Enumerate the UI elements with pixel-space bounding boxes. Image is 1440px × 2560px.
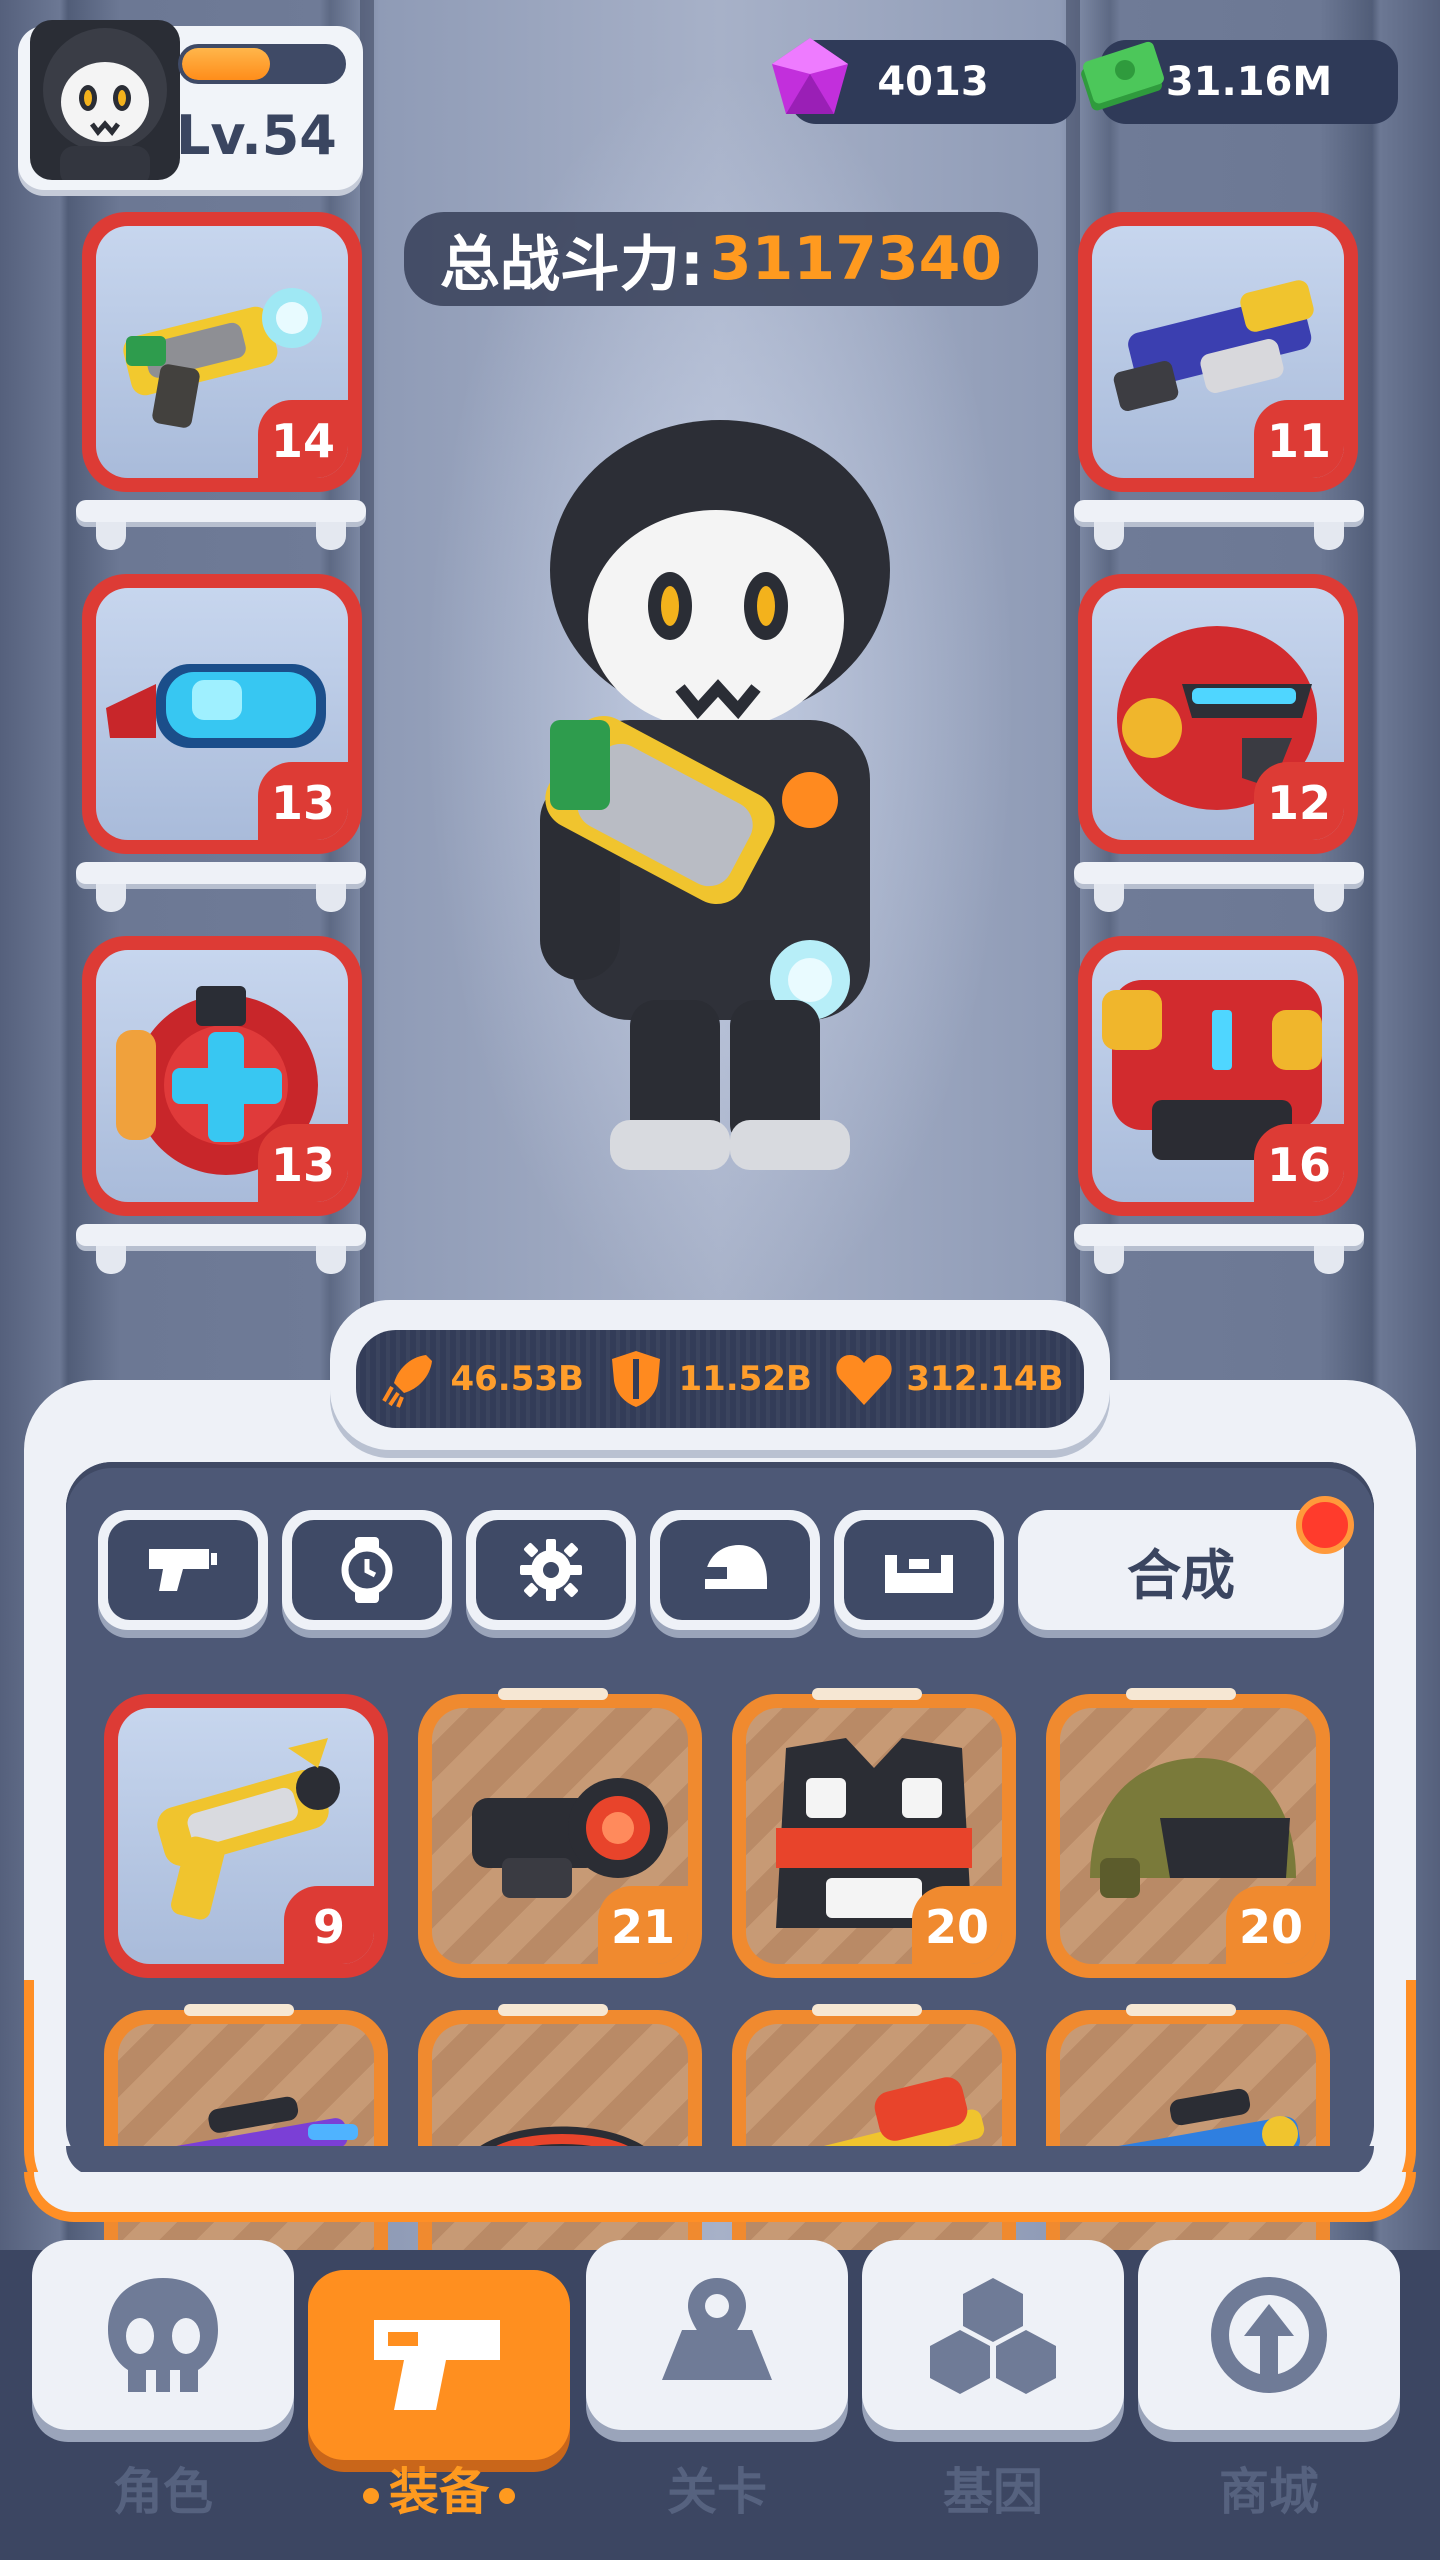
filter-tab-armor[interactable] xyxy=(834,1510,1004,1630)
total-power-value: 3117340 xyxy=(709,224,1003,294)
shield-icon xyxy=(612,1351,661,1407)
equip-slot-armor[interactable]: 16 xyxy=(1078,936,1358,1216)
filter-tab-watch[interactable] xyxy=(282,1510,452,1630)
inventory-item[interactable]: 21 xyxy=(418,1688,702,1978)
total-power: 总战斗力: 3117340 xyxy=(404,212,1038,306)
item-level-badge: 20 xyxy=(1226,1886,1316,1964)
nav-equipment[interactable] xyxy=(308,2270,570,2460)
pillar-left xyxy=(360,0,374,1400)
shelf xyxy=(1074,1224,1364,1274)
filter-tab-helmet[interactable] xyxy=(650,1510,820,1630)
shelf xyxy=(1074,862,1364,912)
profile-card[interactable]: Lv.54 xyxy=(18,20,363,190)
merge-button[interactable]: 合成 xyxy=(1018,1510,1344,1630)
attack-stat: 46.53B xyxy=(376,1347,584,1411)
equip-slot-helmet[interactable]: 12 xyxy=(1078,574,1358,854)
cash-amount: 31.16M xyxy=(1165,59,1333,105)
notification-dot xyxy=(1296,1496,1354,1554)
nav-label-shop: 商城 xyxy=(1219,2463,1319,2521)
nav-label-equipment: 装备 xyxy=(308,2452,570,2524)
total-power-label: 总战斗力: xyxy=(439,229,704,300)
nav-genes[interactable] xyxy=(862,2240,1124,2430)
panel-bottom-edge xyxy=(24,2172,1416,2222)
armor-icon xyxy=(885,1555,953,1593)
gem-counter[interactable]: 4013 xyxy=(772,38,1076,124)
equip-level-badge: 11 xyxy=(1254,400,1344,478)
xp-bar xyxy=(178,44,346,84)
inventory-item[interactable]: 9 xyxy=(104,1694,388,1978)
equip-slot-gauntlet[interactable]: 13 xyxy=(82,936,362,1216)
inventory-item[interactable]: 20 xyxy=(1046,1688,1330,1978)
shelf xyxy=(1074,500,1364,550)
gem-icon xyxy=(772,38,848,114)
cash-icon xyxy=(1081,41,1164,111)
gem-amount: 4013 xyxy=(877,59,989,105)
avatar xyxy=(30,20,180,180)
helmet-icon xyxy=(705,1545,767,1589)
gun-icon xyxy=(149,1549,217,1591)
shelf xyxy=(76,862,366,912)
item-level-badge: 20 xyxy=(912,1886,1002,1964)
equip-level-badge: 13 xyxy=(258,1124,348,1202)
equip-level-badge: 14 xyxy=(258,400,348,478)
equip-slot-shotgun[interactable]: 11 xyxy=(1078,212,1358,492)
equip-slot-goggles[interactable]: 13 xyxy=(82,574,362,854)
defense-value: 11.52B xyxy=(678,1359,812,1399)
player-character[interactable] xyxy=(480,420,960,1200)
heart-icon xyxy=(836,1355,893,1405)
shop-icon xyxy=(1211,2277,1327,2393)
rocket-icon xyxy=(382,1355,433,1408)
shelf xyxy=(76,1224,366,1274)
watch-icon xyxy=(341,1537,393,1603)
map-icon xyxy=(662,2278,772,2380)
filter-tab-weapons[interactable] xyxy=(98,1510,268,1630)
item-level-badge: 9 xyxy=(284,1886,374,1964)
nav-shop[interactable] xyxy=(1138,2240,1400,2430)
gun-icon xyxy=(374,2320,500,2410)
nav-label-character: 角色 xyxy=(113,2463,213,2521)
equip-level-badge: 12 xyxy=(1254,762,1344,840)
nav-levels[interactable] xyxy=(586,2240,848,2430)
shelf xyxy=(76,500,366,550)
item-level-badge: 21 xyxy=(598,1886,688,1964)
defense-stat: 11.52B xyxy=(604,1347,812,1411)
health-value: 312.14B xyxy=(906,1359,1064,1399)
gear-icon xyxy=(520,1539,582,1601)
equip-level-badge: 16 xyxy=(1254,1124,1344,1202)
nav-character[interactable] xyxy=(32,2240,294,2430)
stats-bar: 46.53B 11.52B 312.14B xyxy=(356,1330,1084,1428)
filter-tab-gear[interactable] xyxy=(466,1510,636,1630)
attack-value: 46.53B xyxy=(450,1359,584,1399)
skull-icon xyxy=(108,2278,218,2392)
player-level: Lv.54 xyxy=(176,104,337,167)
equip-slot-weapon[interactable]: 14 xyxy=(82,212,362,492)
inventory-item[interactable]: 20 xyxy=(732,1688,1016,1978)
nav-label-levels: 关卡 xyxy=(667,2463,767,2521)
cash-counter[interactable]: 31.16M xyxy=(1081,40,1398,124)
nav-label-genes: 基因 xyxy=(943,2463,1043,2521)
gene-icon xyxy=(930,2278,1056,2394)
health-stat: 312.14B xyxy=(832,1347,1064,1411)
equip-level-badge: 13 xyxy=(258,762,348,840)
